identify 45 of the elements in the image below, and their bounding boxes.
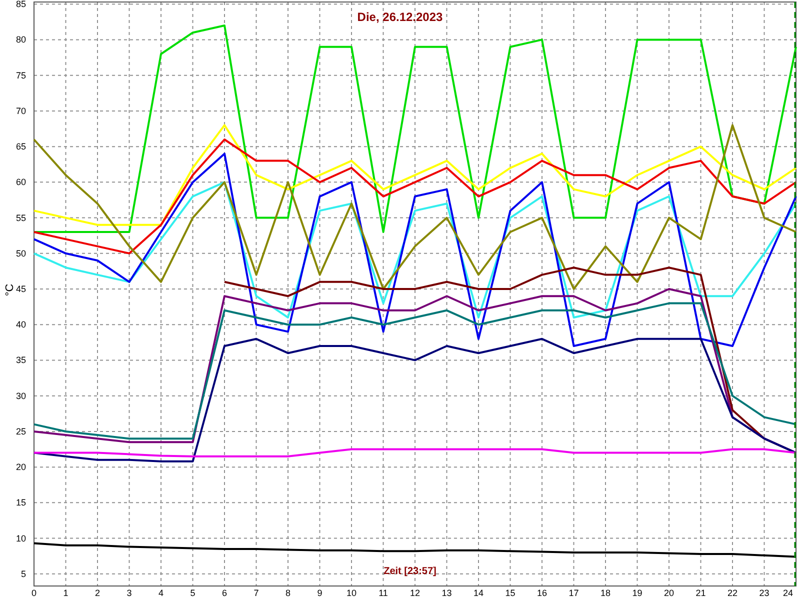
y-tick-label: 85: [16, 0, 26, 10]
x-tick-label: 21: [696, 588, 706, 598]
x-tick-label: 0: [32, 588, 36, 598]
y-tick-label: 45: [16, 284, 26, 294]
y-tick-label: 5: [20, 568, 26, 579]
x-tick-label: 3: [126, 588, 132, 598]
x-tick-label: 11: [378, 588, 388, 598]
y-tick-label: 75: [16, 70, 26, 80]
x-tick-label: 9: [317, 588, 322, 598]
x-tick-label: 4: [158, 588, 164, 598]
x-tick-label: 2: [95, 588, 100, 598]
x-tick-label: 24: [783, 588, 793, 598]
x-tick-label: 12: [410, 588, 420, 598]
y-tick-label: 55: [16, 212, 26, 223]
x-tick-label: 15: [505, 588, 516, 598]
y-tick-label: 30: [16, 390, 26, 401]
x-tick-label: 16: [537, 588, 547, 598]
x-tick-label: 13: [442, 588, 452, 598]
x-tick-label: 19: [632, 588, 642, 598]
y-tick-label: 65: [16, 142, 26, 152]
x-tick-label: 23: [759, 588, 770, 598]
x-tick-label: 20: [664, 588, 674, 598]
y-tick-label: 60: [16, 177, 26, 188]
y-tick-label: 40: [16, 320, 26, 330]
x-tick-label: 7: [254, 588, 259, 598]
x-tick-label: 22: [728, 588, 738, 598]
y-tick-label: 10: [16, 533, 26, 544]
x-tick-label: 18: [600, 588, 610, 598]
x-tick-label: 6: [222, 588, 227, 598]
x-tick-label: 17: [568, 588, 579, 598]
chart-title: Die, 26.12.2023: [357, 10, 443, 24]
x-tick-label: 5: [190, 588, 196, 598]
y-tick-label: 80: [16, 34, 26, 45]
y-axis-label: °C: [4, 284, 16, 296]
x-tick-label: 10: [346, 588, 356, 598]
y-tick-label: 50: [16, 248, 26, 258]
y-tick-label: 20: [16, 462, 26, 472]
y-tick-label: 15: [16, 498, 26, 508]
y-tick-label: 70: [16, 106, 26, 116]
x-tick-label: 8: [286, 588, 290, 598]
x-tick-label: 14: [474, 588, 484, 598]
y-tick-label: 25: [16, 426, 26, 436]
x-axis-label: Zeit [23:57]: [384, 566, 436, 577]
y-tick-label: 35: [16, 355, 26, 366]
x-tick-label: 1: [63, 588, 68, 598]
